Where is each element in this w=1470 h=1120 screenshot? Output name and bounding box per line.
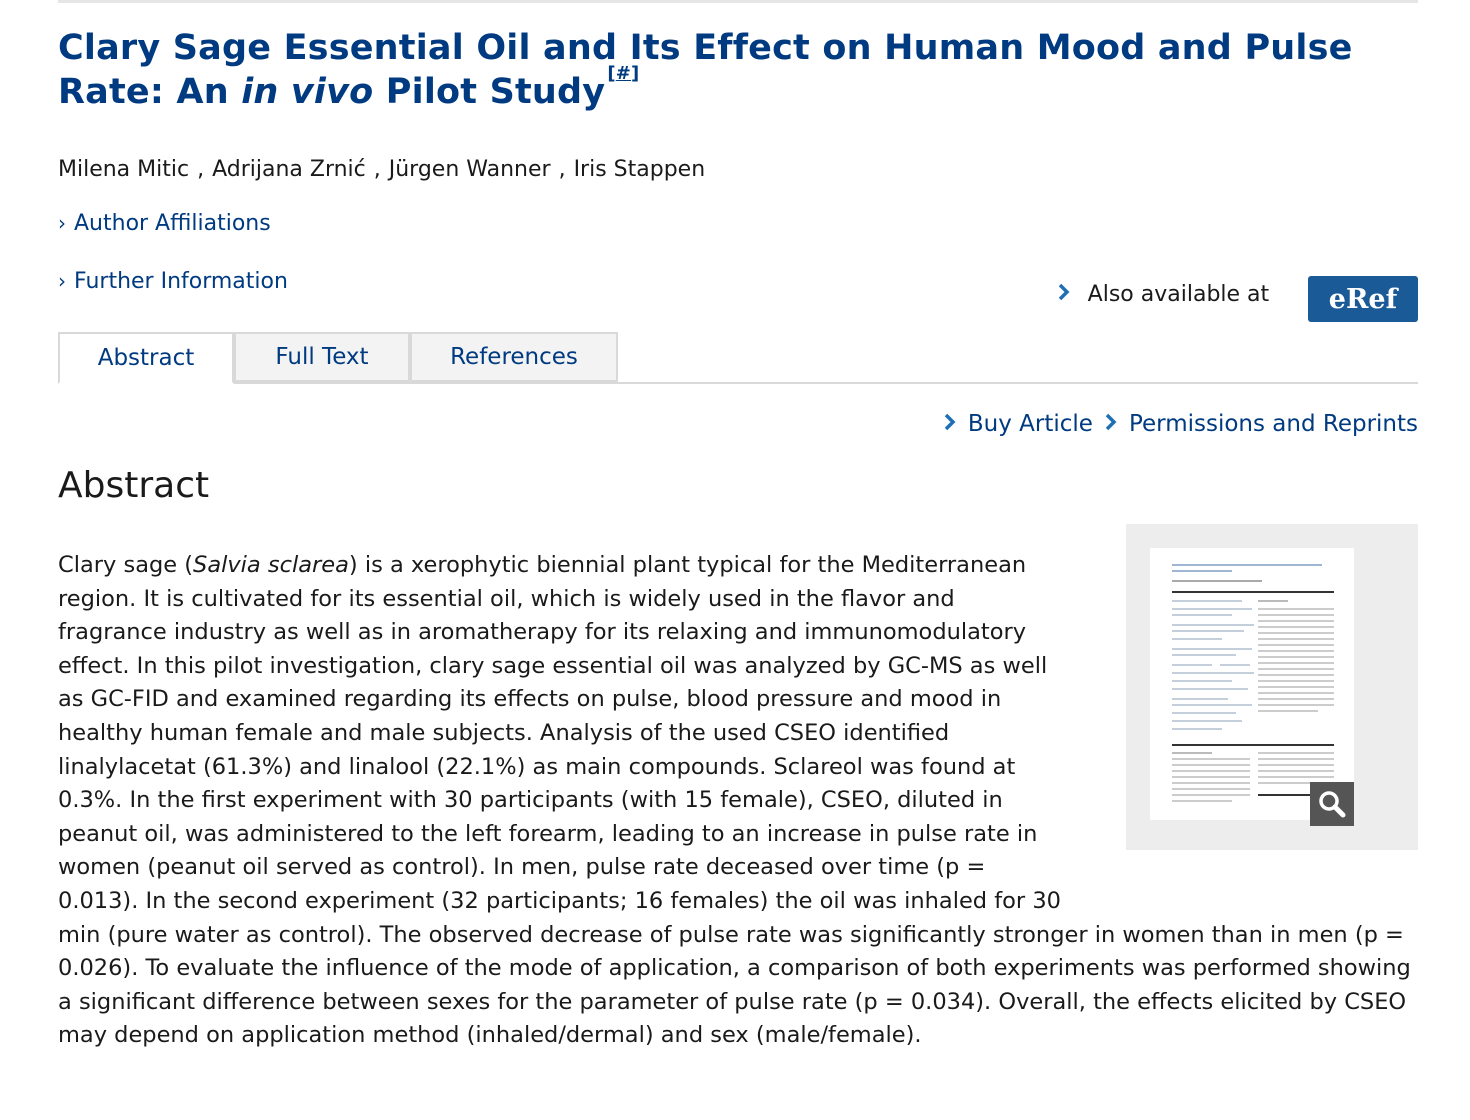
author-name: Jürgen Wanner bbox=[388, 157, 551, 182]
species-name: Salvia sclarea bbox=[193, 552, 349, 578]
tab-abstract[interactable]: Abstract bbox=[58, 332, 234, 384]
also-available: Also available at bbox=[1058, 282, 1269, 307]
chevron-right-icon bbox=[1058, 282, 1078, 307]
footnote-link[interactable]: # bbox=[616, 63, 631, 84]
author-list: Milena Mitic , Adrijana Zrnić , Jürgen W… bbox=[58, 157, 705, 182]
eref-button[interactable]: eRef bbox=[1308, 276, 1418, 322]
article-actions: Buy Article Permissions and Reprints bbox=[932, 411, 1418, 437]
permissions-label: Permissions and Reprints bbox=[1128, 411, 1418, 437]
author-name: Milena Mitic bbox=[58, 157, 190, 182]
abstract-heading: Abstract bbox=[58, 465, 210, 506]
author-separator: , bbox=[366, 157, 388, 182]
chevron-right-icon bbox=[1105, 412, 1117, 437]
permissions-link[interactable]: Permissions and Reprints bbox=[1105, 411, 1418, 437]
also-available-label: Also available at bbox=[1087, 282, 1270, 307]
author-name: Iris Stappen bbox=[573, 157, 706, 182]
tabs-baseline bbox=[58, 382, 1418, 384]
further-information-label: Further Information bbox=[74, 269, 288, 294]
further-information-toggle[interactable]: › Further Information bbox=[58, 269, 288, 294]
title-footnote[interactable]: [#] bbox=[607, 63, 639, 84]
chevron-right-icon: › bbox=[58, 269, 66, 293]
chevron-right-icon: › bbox=[58, 211, 66, 235]
buy-article-label: Buy Article bbox=[967, 411, 1093, 437]
author-separator: , bbox=[190, 157, 212, 182]
tab-full-text[interactable]: Full Text bbox=[234, 332, 410, 382]
abstract-body: Clary sage (Salvia sclarea) is a xerophy… bbox=[58, 549, 1428, 1053]
author-affiliations-label: Author Affiliations bbox=[74, 211, 271, 236]
thumbnail-spacer bbox=[1068, 549, 1428, 894]
author-name: Adrijana Zrnić bbox=[212, 157, 366, 182]
buy-article-link[interactable]: Buy Article bbox=[944, 411, 1093, 437]
chevron-right-icon bbox=[944, 412, 956, 437]
article-tabs: Abstract Full Text References bbox=[58, 332, 1418, 384]
tab-references[interactable]: References bbox=[410, 332, 618, 382]
top-divider bbox=[58, 0, 1418, 3]
author-affiliations-toggle[interactable]: › Author Affiliations bbox=[58, 211, 271, 236]
author-separator: , bbox=[551, 157, 573, 182]
article-title: Clary Sage Essential Oil and Its Effect … bbox=[58, 28, 1353, 112]
